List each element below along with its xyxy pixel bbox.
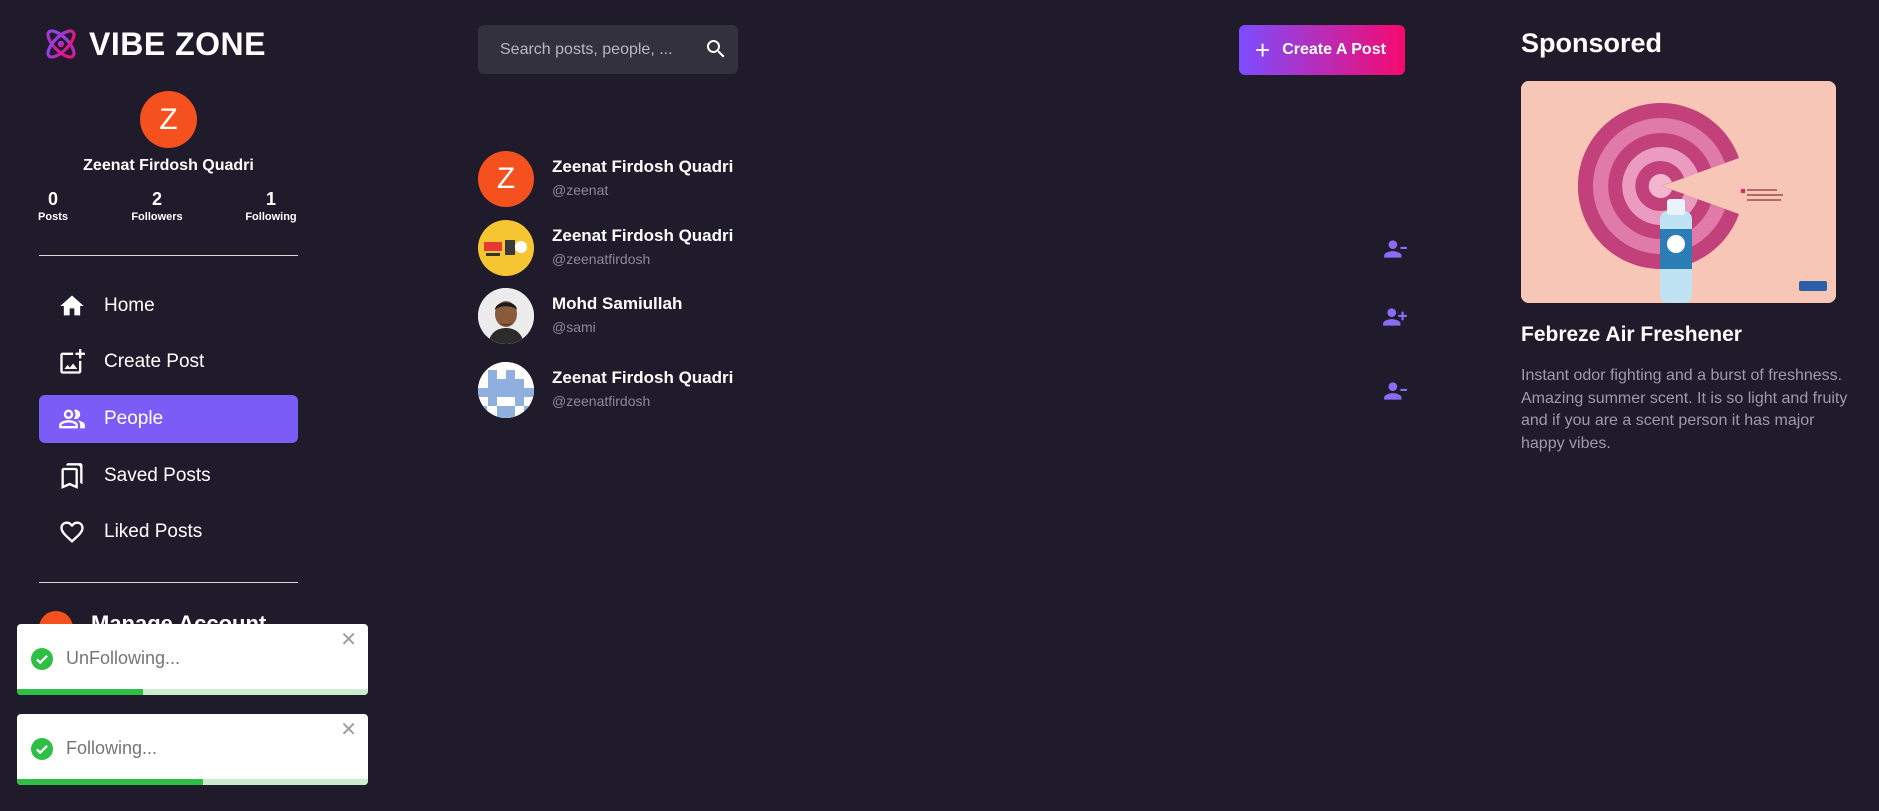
toast-message: UnFollowing... [66, 648, 181, 668]
person-remove-icon [1384, 240, 1407, 258]
sidebar-item-create-post[interactable]: Create Post [39, 338, 298, 386]
person-handle: @zeenatfirdosh [552, 251, 651, 267]
sidebar-item-label: Home [104, 295, 155, 316]
sidebar-item-home[interactable]: Home [39, 282, 298, 330]
people-icon [59, 409, 85, 429]
create-post-label: Create A Post [1282, 41, 1386, 58]
person-handle: @zeenatfirdosh [552, 393, 651, 409]
search-input[interactable] [500, 40, 685, 59]
sidebar-item-label: Liked Posts [104, 521, 203, 542]
sponsored-heading: Sponsored [1521, 28, 1663, 58]
search-icon[interactable] [704, 37, 728, 61]
stat-value: 0 [47, 189, 58, 209]
avatar[interactable]: Z [478, 151, 534, 207]
stat-value: 2 [151, 189, 162, 209]
divider [39, 255, 298, 256]
toast-message: Following... [66, 738, 158, 758]
stat-label: Following [245, 211, 297, 223]
stat-following[interactable]: 1 Following [231, 189, 311, 225]
plus-icon: + [1255, 35, 1271, 65]
list-item[interactable]: Z Zeenat Firdosh Quadri @zeenat [478, 151, 1408, 207]
person-name[interactable]: Mohd Samiullah [552, 294, 682, 314]
sidebar-item-liked-posts[interactable]: Liked Posts [39, 508, 298, 556]
stat-posts[interactable]: 0 Posts [13, 189, 93, 225]
person-handle: @zeenat [552, 182, 609, 198]
sponsored-description: Instant odor fighting and a burst of fre… [1521, 367, 1848, 452]
sidebar-item-saved-posts[interactable]: Saved Posts [39, 452, 298, 500]
toast-progress-bar [17, 689, 144, 695]
follow-button[interactable] [1382, 304, 1408, 330]
stat-label: Posts [38, 211, 68, 223]
close-icon[interactable]: ✕ [340, 720, 357, 740]
atom-logo-icon [46, 29, 76, 59]
add-photo-icon [60, 349, 85, 374]
toast-notification: UnFollowing... ✕ [17, 624, 368, 695]
list-item[interactable]: Zeenat Firdosh Quadri @zeenatfirdosh [478, 362, 1408, 418]
success-check-icon [31, 738, 53, 760]
create-post-button[interactable]: + Create A Post [1239, 25, 1405, 75]
sponsored-ad-image[interactable] [1521, 81, 1836, 303]
sidebar-item-label: Saved Posts [104, 465, 211, 486]
avatar[interactable] [478, 220, 534, 276]
manage-account-label: Manage Account [91, 611, 267, 625]
person-add-icon [1383, 308, 1407, 326]
toast-progress-track [17, 779, 368, 785]
profile-name[interactable]: Zeenat Firdosh Quadri [39, 157, 298, 175]
list-item[interactable]: Zeenat Firdosh Quadri @zeenatfirdosh [478, 220, 1408, 276]
search-bar [478, 25, 738, 74]
success-check-icon [31, 648, 53, 670]
unfollow-button[interactable] [1382, 378, 1408, 404]
profile-avatar[interactable]: Z [140, 91, 197, 148]
toast-notification: Following... ✕ [17, 714, 368, 785]
person-name[interactable]: Zeenat Firdosh Quadri [552, 368, 733, 388]
person-name[interactable]: Zeenat Firdosh Quadri [552, 157, 733, 177]
brand-logo[interactable]: VIBE ZONE [41, 24, 266, 64]
brand-name: VIBE ZONE [89, 25, 266, 62]
sidebar-item-people[interactable]: People [39, 395, 298, 443]
stat-value: 1 [265, 189, 276, 209]
home-icon [60, 295, 84, 316]
person-remove-icon [1384, 382, 1407, 400]
sidebar-item-label: People [104, 408, 164, 429]
stat-label: Followers [131, 211, 183, 223]
list-item[interactable]: Mohd Samiullah @sami [478, 288, 1408, 344]
toast-progress-track [17, 689, 368, 695]
person-handle: @sami [552, 319, 596, 335]
divider [39, 582, 298, 583]
sponsored-product-name[interactable]: Febreze Air Freshener [1521, 323, 1742, 347]
account-avatar [39, 611, 73, 625]
sidebar-item-label: Create Post [104, 351, 205, 372]
bookmarks-icon [61, 463, 83, 489]
unfollow-button[interactable] [1382, 236, 1408, 262]
heart-icon [60, 521, 84, 543]
avatar[interactable] [478, 362, 534, 418]
person-name[interactable]: Zeenat Firdosh Quadri [552, 226, 733, 246]
stat-followers[interactable]: 2 Followers [117, 189, 197, 225]
toast-progress-bar [17, 779, 204, 785]
manage-account-button[interactable]: Manage Account [39, 611, 298, 625]
close-icon[interactable]: ✕ [340, 630, 357, 650]
avatar[interactable] [478, 288, 534, 344]
